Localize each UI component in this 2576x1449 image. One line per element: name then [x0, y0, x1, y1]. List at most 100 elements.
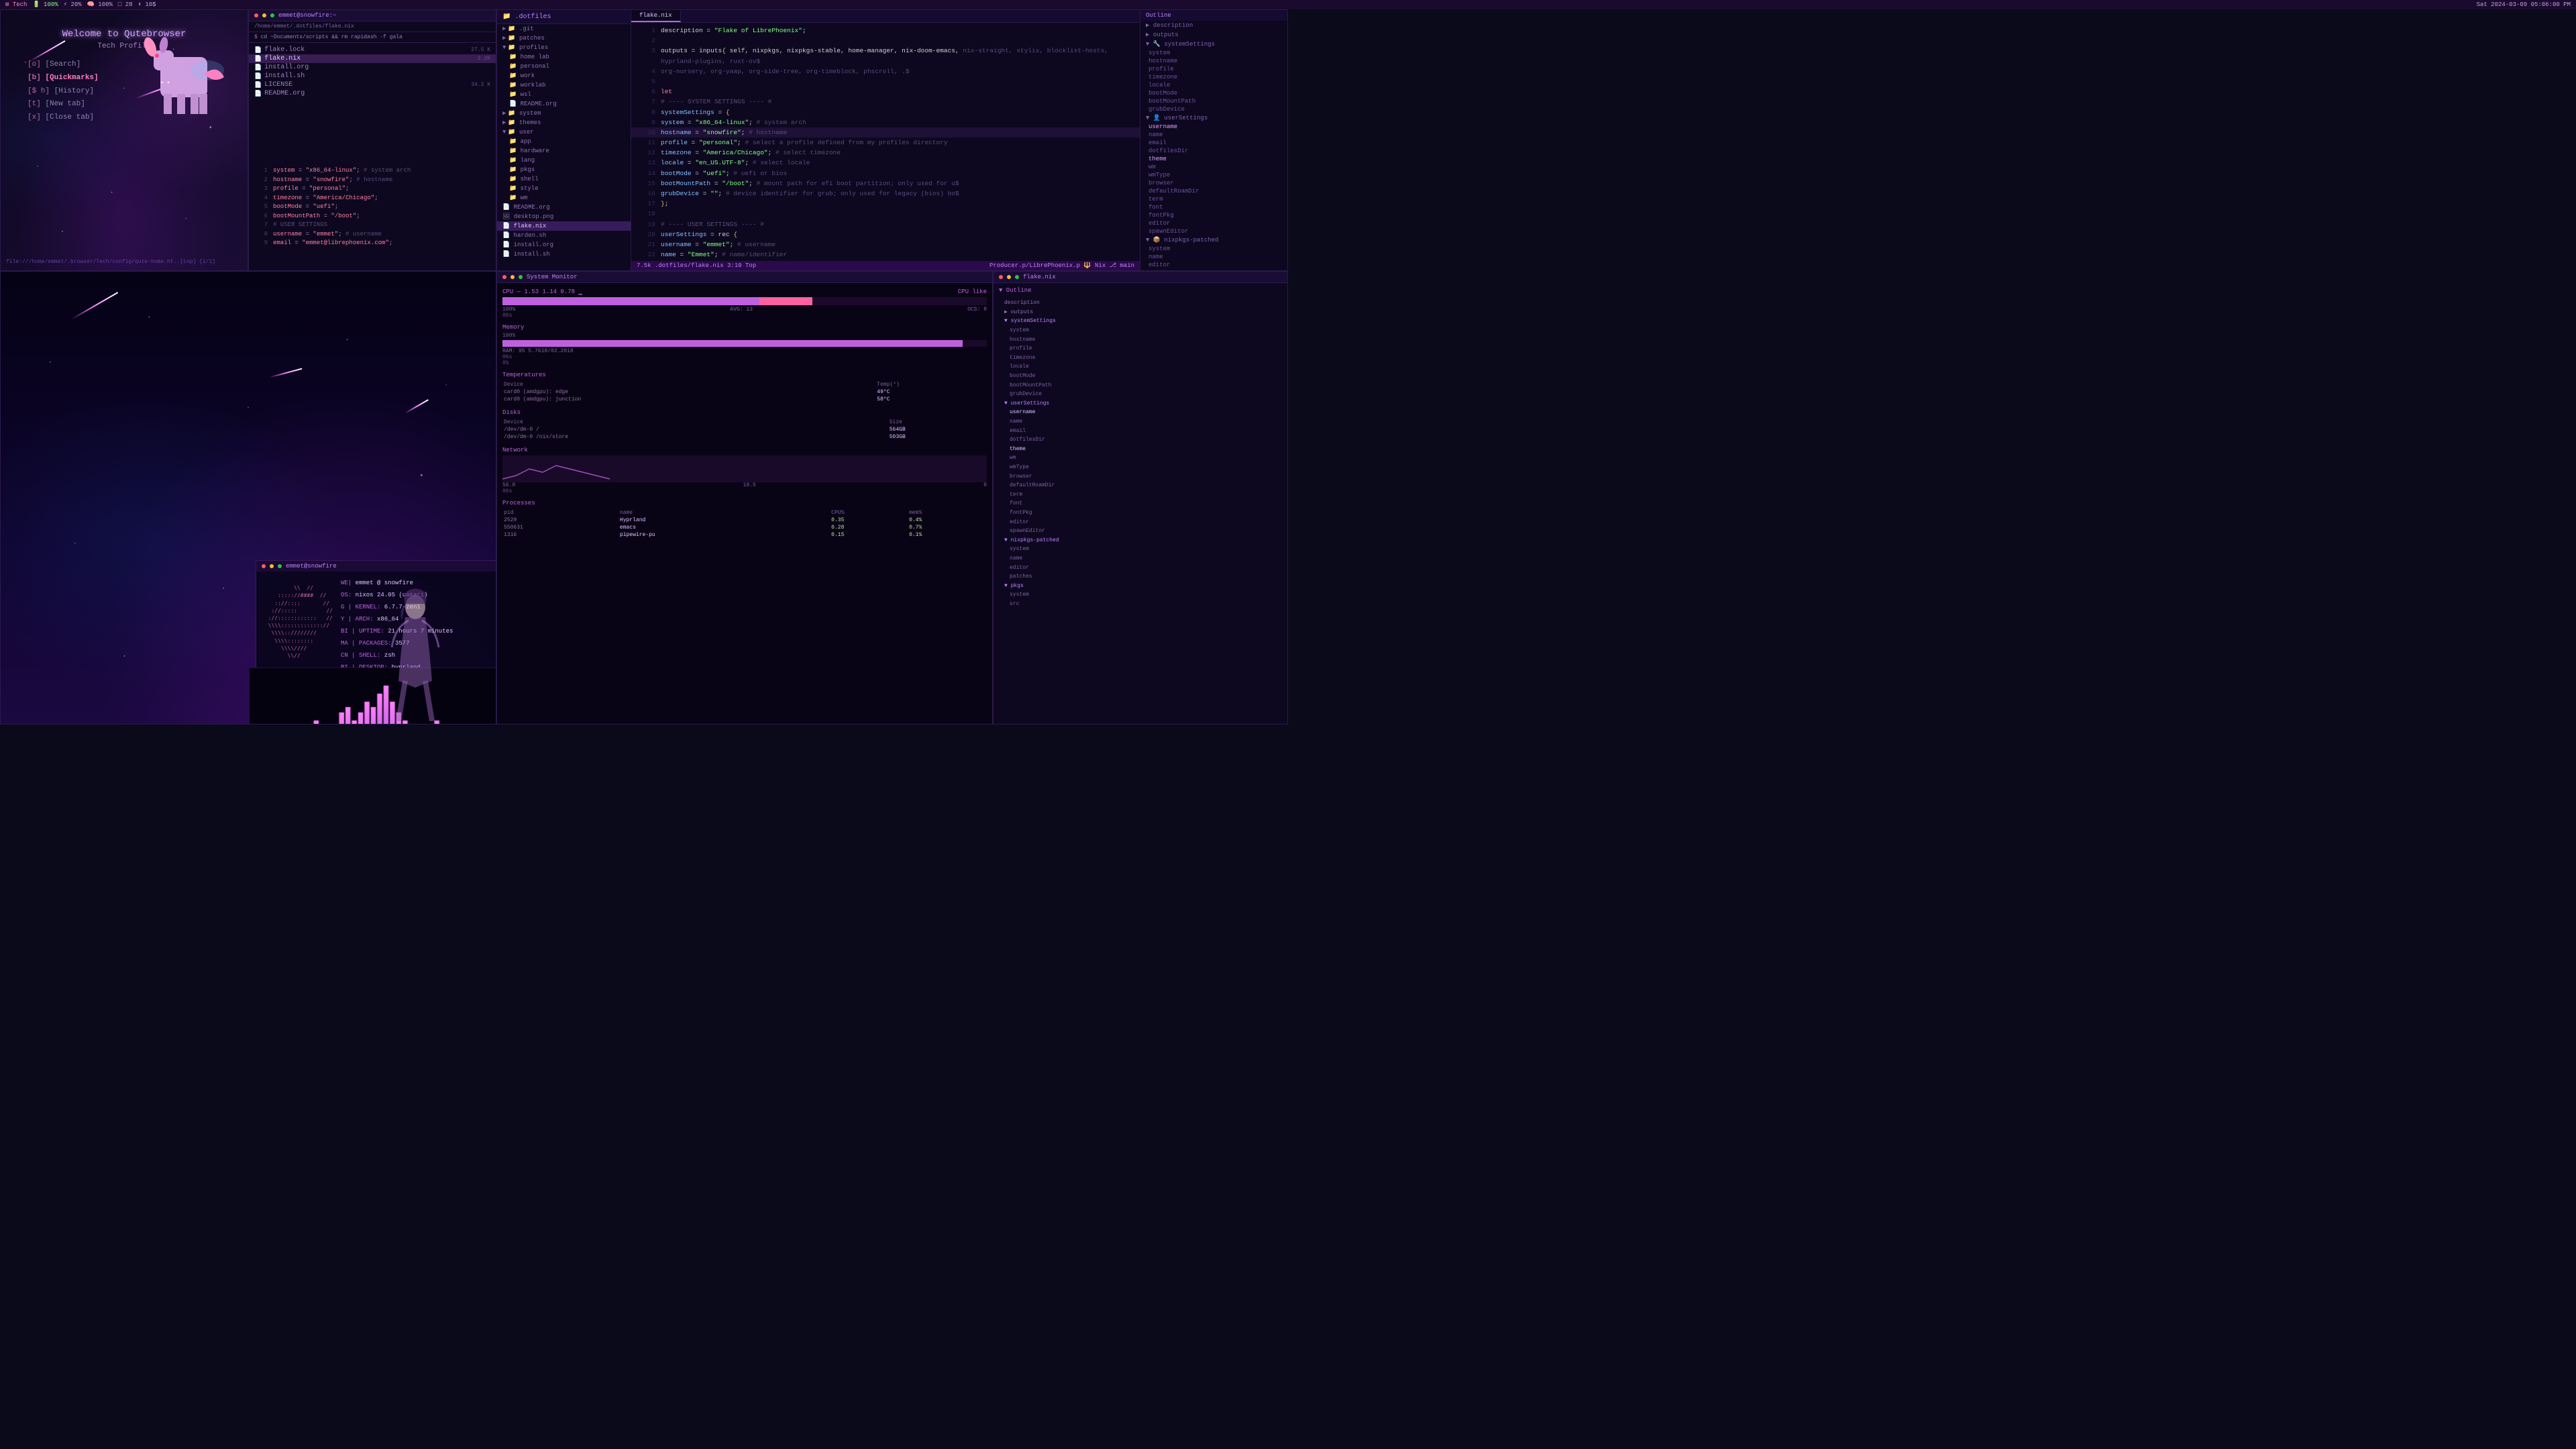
e2-item-systemsettings[interactable]: ▼ systemSettings	[999, 317, 1282, 326]
e2-item-usersettings[interactable]: ▼ userSettings	[999, 399, 1282, 409]
e2-dot-close[interactable]	[999, 275, 1003, 279]
tree-lang[interactable]: 📁 lang	[497, 156, 631, 165]
tree-user[interactable]: ▼ 📁 user	[497, 127, 631, 137]
tree-shell[interactable]: 📁 shell	[497, 174, 631, 184]
dot-close[interactable]	[254, 13, 258, 17]
e2-item-timezone[interactable]: timezone	[999, 354, 1282, 363]
editor-tab-flakenix[interactable]: flake.nix	[631, 10, 681, 22]
outline-bootmountpath[interactable]: bootMountPath	[1140, 97, 1287, 105]
e2-item-description[interactable]: description	[999, 299, 1282, 308]
tree-wsl[interactable]: 📁 wsl	[497, 90, 631, 99]
outline-bootmode[interactable]: bootMode	[1140, 89, 1287, 97]
e2-item-wm[interactable]: wm	[999, 453, 1282, 463]
mon-dot-min[interactable]	[511, 275, 515, 279]
outline-np-patches[interactable]: patches	[1140, 269, 1287, 270]
tree-homelab[interactable]: 📁 home lab	[497, 52, 631, 62]
tree-pkgs[interactable]: 📁 pkgs	[497, 165, 631, 174]
outline-wm[interactable]: wm	[1140, 163, 1287, 171]
mon-dot-max[interactable]	[519, 275, 523, 279]
e2-item-hostname[interactable]: hostname	[999, 335, 1282, 345]
outline-np-system[interactable]: system	[1140, 245, 1287, 253]
e2-item-browser[interactable]: browser	[999, 472, 1282, 482]
e2-item-grubdevice[interactable]: grubDevice	[999, 390, 1282, 399]
outline-np-editor[interactable]: editor	[1140, 261, 1287, 269]
e2-item-term[interactable]: term	[999, 490, 1282, 500]
e2-item-pkgs-system[interactable]: system	[999, 590, 1282, 600]
outline-timezone[interactable]: timezone	[1140, 73, 1287, 81]
tree-git[interactable]: ▶ 📁 .git	[497, 24, 631, 34]
tree-wm[interactable]: 📁 wm	[497, 193, 631, 203]
e2-item-bootmountpath[interactable]: bootMountPath	[999, 381, 1282, 390]
outline-name[interactable]: name	[1140, 131, 1287, 139]
outline-term[interactable]: term	[1140, 195, 1287, 203]
outline-fontpkg[interactable]: fontPkg	[1140, 211, 1287, 219]
outline-browser[interactable]: browser	[1140, 179, 1287, 187]
nf-dot-max[interactable]	[278, 564, 282, 568]
outline-hostname[interactable]: hostname	[1140, 57, 1287, 65]
tree-readmeorg[interactable]: 📄 README.org	[497, 99, 631, 109]
outline-wmtype[interactable]: wmType	[1140, 171, 1287, 179]
outline-defaultroamdir[interactable]: defaultRoamDir	[1140, 187, 1287, 195]
file-item-installsh[interactable]: 📄 install.sh	[249, 72, 496, 80]
e2-item-pkgs-src[interactable]: src	[999, 600, 1282, 609]
nf-dot-close[interactable]	[262, 564, 266, 568]
e2-item-font[interactable]: font	[999, 499, 1282, 508]
e2-item-np-system[interactable]: system	[999, 545, 1282, 554]
e2-item-bootmode[interactable]: bootMode	[999, 372, 1282, 381]
outline-locale[interactable]: locale	[1140, 81, 1287, 89]
e2-item-pkgs[interactable]: ▼ pkgs	[999, 582, 1282, 591]
outline-editor[interactable]: editor	[1140, 219, 1287, 227]
e2-item-wmtype[interactable]: wmType	[999, 463, 1282, 472]
e2-item-spawneditor[interactable]: spawnEditor	[999, 527, 1282, 536]
e2-item-defaultroamdir[interactable]: defaultRoamDir	[999, 481, 1282, 490]
e2-item-np-name[interactable]: name	[999, 554, 1282, 564]
outline-theme[interactable]: theme	[1140, 155, 1287, 163]
e2-item-dotfilesdir[interactable]: dotfilesDir	[999, 435, 1282, 445]
file-item-installorg[interactable]: 📄 install.org	[249, 63, 496, 72]
file-item-flakelock[interactable]: 📄 flake.lock 27.5 K	[249, 46, 496, 54]
editor-code[interactable]: 1description = "Flake of LibrePhoenix"; …	[631, 23, 1140, 261]
outline-profile[interactable]: profile	[1140, 65, 1287, 73]
outline-system[interactable]: system	[1140, 49, 1287, 57]
e2-item-profile[interactable]: profile	[999, 344, 1282, 354]
outline-font[interactable]: font	[1140, 203, 1287, 211]
e2-item-fontpkg[interactable]: fontPkg	[999, 508, 1282, 518]
tree-themes[interactable]: ▶ 📁 themes	[497, 118, 631, 127]
outline-spawneditor[interactable]: spawnEditor	[1140, 227, 1287, 235]
tree-personal[interactable]: 📁 personal	[497, 62, 631, 71]
outline-email[interactable]: email	[1140, 139, 1287, 147]
tree-installsh[interactable]: 📄 install.sh	[497, 250, 631, 259]
outline-username[interactable]: username	[1140, 123, 1287, 131]
e2-item-name[interactable]: name	[999, 417, 1282, 427]
e2-item-theme[interactable]: theme	[999, 445, 1282, 454]
e2-dot-min[interactable]	[1007, 275, 1011, 279]
e2-item-system[interactable]: system	[999, 326, 1282, 335]
tree-work[interactable]: 📁 work	[497, 71, 631, 80]
file-item-license[interactable]: 📄 LICENSE 34.2 K	[249, 80, 496, 89]
mon-dot-close[interactable]	[502, 275, 506, 279]
e2-item-np-editor[interactable]: editor	[999, 564, 1282, 573]
e2-item-editor[interactable]: editor	[999, 518, 1282, 527]
dot-minimize[interactable]	[262, 13, 266, 17]
tree-installog[interactable]: 📄 install.org	[497, 240, 631, 250]
e2-item-locale[interactable]: locale	[999, 362, 1282, 372]
tree-flakenix[interactable]: 📄 flake.nix	[497, 221, 631, 231]
outline-dotfilesdir[interactable]: dotfilesDir	[1140, 147, 1287, 155]
file-item-flakenix[interactable]: 📄 flake.nix 2.2K	[249, 54, 496, 63]
outline-usersettings[interactable]: ▼ 👤 userSettings	[1140, 113, 1287, 123]
e2-item-outputs[interactable]: ▶ outputs	[999, 308, 1282, 317]
outline-grubdevice[interactable]: grubDevice	[1140, 105, 1287, 113]
e2-item-username[interactable]: username	[999, 408, 1282, 417]
tree-style[interactable]: 📁 style	[497, 184, 631, 193]
outline-description[interactable]: ▶ description	[1140, 21, 1287, 30]
editor2-code[interactable]: ▼ Outline description ▶ outputs ▼ system…	[994, 283, 1287, 724]
tree-desktop[interactable]: 🖼 desktop.png	[497, 212, 631, 221]
tree-worklab[interactable]: 📁 worklab	[497, 80, 631, 90]
tree-profiles[interactable]: ▼ 📁 profiles	[497, 43, 631, 52]
tree-app[interactable]: 📁 app	[497, 137, 631, 146]
e2-item-nixpkgs-patched[interactable]: ▼ nixpkgs-patched	[999, 536, 1282, 545]
e2-item-np-patches[interactable]: patches	[999, 572, 1282, 582]
tree-patches[interactable]: ▶ 📁 patches	[497, 34, 631, 43]
outline-np-name[interactable]: name	[1140, 253, 1287, 261]
outline-nixpkgs-patched[interactable]: ▼ 📦 nixpkgs-patched	[1140, 235, 1287, 245]
